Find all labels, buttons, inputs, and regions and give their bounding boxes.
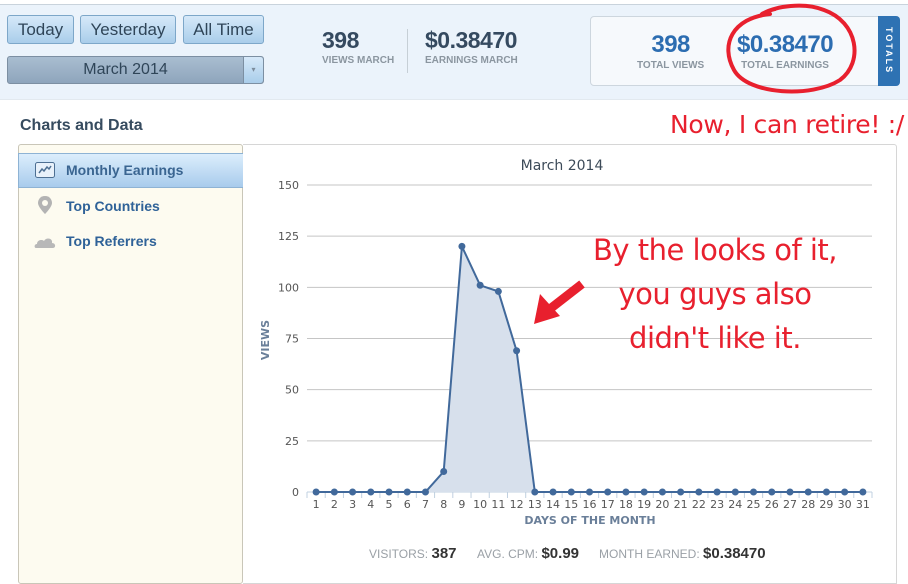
totals-panel: 398 TOTAL VIEWS $0.38470 TOTAL EARNINGS … <box>590 16 900 86</box>
total-earnings-label: TOTAL EARNINGS <box>741 60 829 71</box>
month-select-value: March 2014 <box>83 61 168 78</box>
section-title: Charts and Data <box>20 117 143 134</box>
sidebar-item-label: Top Referrers <box>66 233 157 249</box>
sidebar-item-top-countries[interactable]: Top Countries <box>19 191 244 221</box>
chart-annotation: By the looks of it, you guys also didn't… <box>585 228 845 360</box>
total-earnings-value: $0.38470 <box>737 31 834 58</box>
views-month-value: 398 <box>322 27 359 53</box>
avg-cpm-label: AVG. CPM: <box>477 547 539 561</box>
month-select[interactable]: March 2014 ▾ <box>7 56 264 84</box>
sidebar-item-label: Top Countries <box>66 198 160 214</box>
chart-annotation-line: didn't like it. <box>629 321 801 355</box>
total-earnings-stat: $0.38470 TOTAL EARNINGS <box>737 31 834 71</box>
yesterday-button[interactable]: Yesterday <box>80 15 176 44</box>
sidebar-item-top-referrers[interactable]: Top Referrers <box>19 226 244 256</box>
all-time-button[interactable]: All Time <box>183 15 264 44</box>
sidebar-item-monthly-earnings[interactable]: Monthly Earnings <box>18 153 252 188</box>
totals-tab[interactable]: TOTALS <box>878 16 900 86</box>
earnings-month-label: EARNINGS MARCH <box>425 55 518 66</box>
avg-cpm-stat: AVG. CPM: $0.99 <box>477 545 579 562</box>
total-views-value: 398 <box>651 31 690 58</box>
chart-panel <box>243 144 897 584</box>
visitors-label: VISITORS: <box>369 547 429 561</box>
cloud-icon <box>34 238 56 248</box>
total-views-label: TOTAL VIEWS <box>637 60 705 71</box>
header-bar: Today Yesterday All Time March 2014 ▾ 39… <box>0 4 908 100</box>
earnings-month-value: $0.38470 <box>425 27 517 53</box>
month-earned-stat: MONTH EARNED: $0.38470 <box>599 545 766 562</box>
avg-cpm-value: $0.99 <box>541 545 580 562</box>
map-pin-icon <box>38 196 52 214</box>
chevron-down-icon[interactable]: ▾ <box>243 57 263 83</box>
views-month-stat: 398 VIEWS MARCH <box>322 27 394 66</box>
chart-annotation-line: By the looks of it, <box>592 233 838 267</box>
month-earned-label: MONTH EARNED: <box>599 547 700 561</box>
visitors-value: 387 <box>431 545 457 562</box>
today-button[interactable]: Today <box>7 15 74 44</box>
line-chart-icon <box>35 162 55 178</box>
visitors-stat: VISITORS: 387 <box>369 545 457 562</box>
retire-annotation: Now, I can retire! :/ <box>670 110 904 139</box>
chart-annotation-line: you guys also <box>618 277 812 311</box>
total-views-stat: 398 TOTAL VIEWS <box>637 31 704 71</box>
sidebar-item-label: Monthly Earnings <box>66 162 184 178</box>
month-earned-value: $0.38470 <box>703 545 766 562</box>
divider <box>407 29 408 73</box>
earnings-month-stat: $0.38470 EARNINGS MARCH <box>425 27 518 66</box>
views-month-label: VIEWS MARCH <box>322 55 395 66</box>
sidebar: Monthly Earnings Top Countries Top Refer… <box>18 144 252 584</box>
